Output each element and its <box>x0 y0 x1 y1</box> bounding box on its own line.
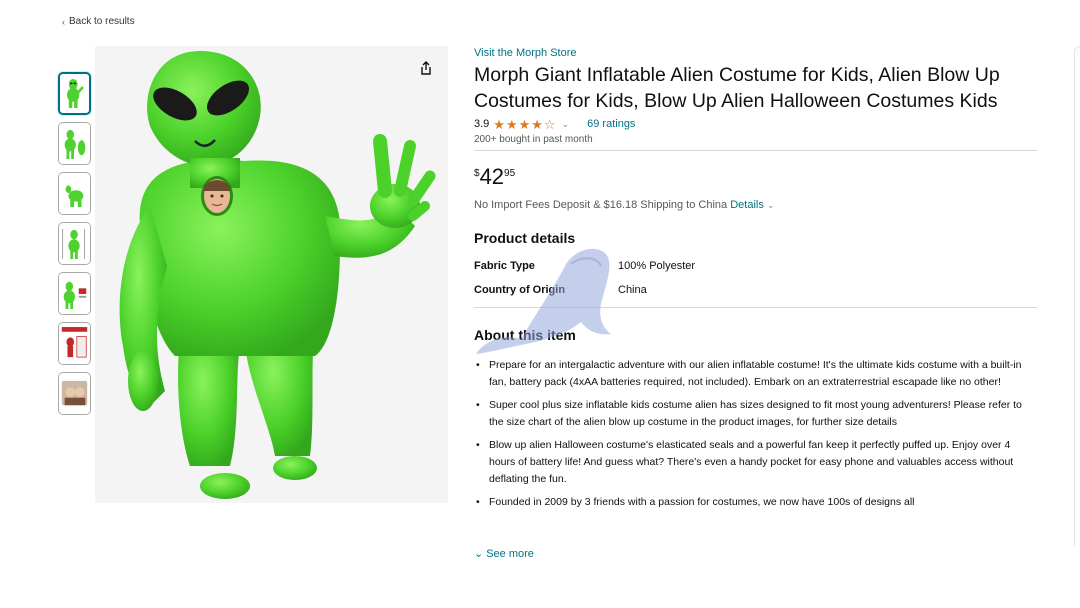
bought-count: 200+ bought in past month <box>474 134 593 145</box>
product-details-table: Fabric Type 100% Polyester Country of Or… <box>474 254 1037 302</box>
product-details-row: Country of Origin China <box>474 278 1037 302</box>
thumbnail-package-image <box>59 323 90 364</box>
thumbnail-6[interactable] <box>58 322 91 365</box>
about-bullet: Prepare for an intergalactic adventure w… <box>474 357 1037 391</box>
share-icon <box>421 61 431 75</box>
star-rating[interactable]: ★ ★ ★ ★ ☆ <box>493 118 555 131</box>
star-full-icon: ★ <box>518 116 531 132</box>
main-product-image[interactable] <box>95 46 448 503</box>
price: $ 42 95 <box>474 165 1037 191</box>
thumbnail-fan-detail-image <box>59 273 90 314</box>
star-full-icon: ★ <box>493 116 505 132</box>
about-heading: About this item <box>474 327 576 343</box>
chevron-down-icon: ⌄ <box>474 548 484 560</box>
share-button[interactable] <box>414 56 438 80</box>
thumbnail-size-chart-image <box>59 223 90 264</box>
product-details-key: Fabric Type <box>474 260 535 272</box>
shipping-text: No Import Fees Deposit & $16.18 Shipping… <box>474 199 728 211</box>
product-details-row: Fabric Type 100% Polyester <box>474 254 1037 278</box>
back-to-results-label: Back to results <box>69 16 135 27</box>
thumbnail-alien-front-image <box>60 74 89 113</box>
chevron-down-icon[interactable]: ⌄ <box>562 119 570 130</box>
product-details-value: 100% Polyester <box>618 260 696 272</box>
about-bullet: Founded in 2009 by 3 friends with a pass… <box>474 494 1037 511</box>
star-full-icon: ★ <box>531 116 543 132</box>
thumbnail-alien-back-image <box>59 123 90 164</box>
thumbnail-3[interactable] <box>58 172 91 215</box>
product-details-key: Country of Origin <box>474 284 566 296</box>
see-more-label: See more <box>486 547 534 560</box>
about-bullet: Blow up alien Halloween costume's elasti… <box>474 437 1037 488</box>
divider <box>474 307 1037 308</box>
thumbnail-7[interactable] <box>58 372 91 415</box>
divider <box>474 150 1037 151</box>
star-empty-icon: ☆ <box>543 116 556 132</box>
about-bullet: Super cool plus size inflatable kids cos… <box>474 397 1037 431</box>
price-whole: 42 <box>479 164 505 189</box>
shipping-details-link[interactable]: Details <box>730 199 764 211</box>
text-fade <box>474 521 1037 535</box>
thumbnail-4[interactable] <box>58 222 91 265</box>
chevron-down-icon[interactable]: ⌄ <box>767 200 775 210</box>
thumbnail-lifestyle-image <box>59 373 90 414</box>
thumbnail-list <box>58 72 92 422</box>
store-link[interactable]: Visit the Morph Store <box>474 47 1037 59</box>
scrollbar-track[interactable] <box>1074 46 1080 546</box>
thumbnail-1[interactable] <box>58 72 91 115</box>
about-bullet-list: Prepare for an intergalactic adventure w… <box>474 357 1037 535</box>
inflatable-alien-costume-image <box>95 46 448 503</box>
chevron-left-icon: ‹ <box>62 16 65 27</box>
product-details-heading: Product details <box>474 230 576 246</box>
thumbnail-alien-crouch-image <box>59 173 90 214</box>
shipping-info: No Import Fees Deposit & $16.18 Shipping… <box>474 199 1037 211</box>
product-title: Morph Giant Inflatable Alien Costume for… <box>474 64 1000 112</box>
back-to-results-link[interactable]: ‹ Back to results <box>62 16 135 27</box>
ratings-count-link[interactable]: 69 ratings <box>587 118 635 130</box>
see-more-link[interactable]: ⌄ See more <box>474 547 534 561</box>
product-details-value: China <box>618 284 647 296</box>
star-full-icon: ★ <box>505 116 518 132</box>
rating-row: 3.9 ★ ★ ★ ★ ☆ ⌄ 69 ratings <box>474 116 1037 132</box>
price-fraction: 95 <box>504 168 516 179</box>
product-detail-column: Visit the Morph Store Morph Giant Inflat… <box>474 46 1037 535</box>
thumbnail-5[interactable] <box>58 272 91 315</box>
rating-value: 3.9 <box>474 118 490 130</box>
thumbnail-2[interactable] <box>58 122 91 165</box>
